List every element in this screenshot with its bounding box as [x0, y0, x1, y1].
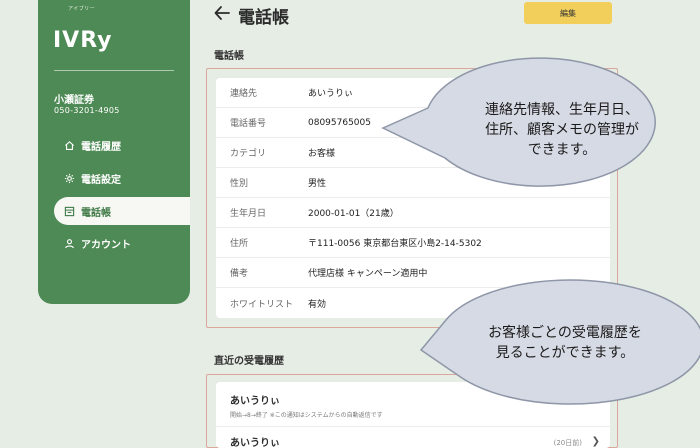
field-value: お客様 [308, 149, 336, 159]
field-label: 電話番号 [230, 119, 267, 129]
field-label: 生年月日 [230, 209, 267, 219]
sidebar-divider [54, 70, 174, 71]
field-value: 〒111-0056 東京都台東区小島2-14-5302 [308, 239, 482, 249]
sidebar: アイブリー IVRy 小瀬証券 050-3201-4905 電話履歴 電話設定 … [38, 0, 190, 304]
logo-ruby: アイブリー [68, 6, 96, 12]
field-label: ホワイトリスト [230, 299, 294, 310]
history-card: あいうりぃ 開始→8→終了 ※この通知はシステムからの自動返信です あいうりぃ … [216, 382, 610, 448]
phonebook-icon [64, 206, 75, 216]
history-section-title: 直近の受電履歴 [214, 356, 284, 367]
home-icon [65, 140, 74, 150]
company-name: 小瀬証券 [54, 95, 94, 106]
sidebar-item-phonebook[interactable]: 電話帳 [54, 197, 190, 225]
field-label: 住所 [230, 239, 249, 249]
back-arrow-icon[interactable] [212, 3, 232, 23]
sidebar-item-label: 電話履歴 [81, 141, 121, 153]
gear-icon [64, 173, 75, 183]
callout-bottom-text: お客様ごとの受電履歴を 見ることができます。 [450, 323, 680, 363]
contact-section-title: 電話帳 [214, 51, 244, 62]
history-count: (20日前) [553, 439, 582, 447]
field-value: 代理店様 キャンペーン適用中 [308, 269, 428, 279]
contact-row-birthdate: 生年月日 2000-01-01（21歳） [216, 198, 610, 228]
history-caller-detail: 開始→8→終了 ※この通知はシステムからの自動返信です [230, 412, 383, 419]
edit-button[interactable]: 編集 [524, 2, 612, 24]
field-label: 備考 [230, 269, 249, 279]
field-label: カテゴリ [230, 149, 267, 159]
callout-line: 住所、顧客メモの管理が [485, 122, 639, 138]
field-value: 2000-01-01（21歳） [308, 209, 399, 219]
field-label: 連絡先 [230, 89, 258, 99]
contact-row-notes: 備考 代理店様 キャンペーン適用中 [216, 258, 610, 288]
sidebar-item-label: アカウント [81, 239, 131, 251]
page-title: 電話帳 [238, 8, 289, 28]
callout-line: できます。 [527, 142, 597, 158]
field-value: 男性 [308, 179, 327, 189]
sidebar-item-call-history[interactable]: 電話履歴 [54, 131, 190, 159]
contact-row-whitelist: ホワイトリスト 有効 [216, 288, 610, 318]
person-icon [65, 238, 74, 248]
contact-row-gender: 性別 男性 [216, 168, 610, 198]
company-phone: 050-3201-4905 [54, 106, 120, 115]
sidebar-item-label: 電話帳 [81, 207, 111, 219]
field-label: 性別 [230, 179, 249, 189]
history-caller-name: あいうりぃ [230, 396, 280, 407]
contact-row-address: 住所 〒111-0056 東京都台東区小島2-14-5302 [216, 228, 610, 258]
callout-line: お客様ごとの受電履歴を [488, 325, 642, 341]
callout-top-text: 連絡先情報、生年月日、 住所、顧客メモの管理が できます。 [444, 100, 680, 160]
sidebar-item-label: 電話設定 [81, 174, 121, 186]
logo: IVRy [53, 28, 113, 53]
history-divider [216, 426, 610, 427]
chevron-right-icon[interactable]: ❯ [592, 436, 600, 447]
history-item[interactable]: あいうりぃ 開始→8→終了 ※この通知はシステムからの自動返信です [230, 392, 383, 419]
field-value: 08095765005 [308, 117, 371, 128]
sidebar-item-account[interactable]: アカウント [54, 229, 190, 257]
callout-line: 連絡先情報、生年月日、 [485, 102, 639, 118]
field-value: あいうりぃ [308, 89, 354, 99]
callout-line: 見ることができます。 [495, 345, 635, 361]
field-value: 有効 [308, 299, 327, 310]
history-caller-name[interactable]: あいうりぃ [230, 434, 280, 448]
sidebar-item-call-settings[interactable]: 電話設定 [54, 164, 190, 192]
